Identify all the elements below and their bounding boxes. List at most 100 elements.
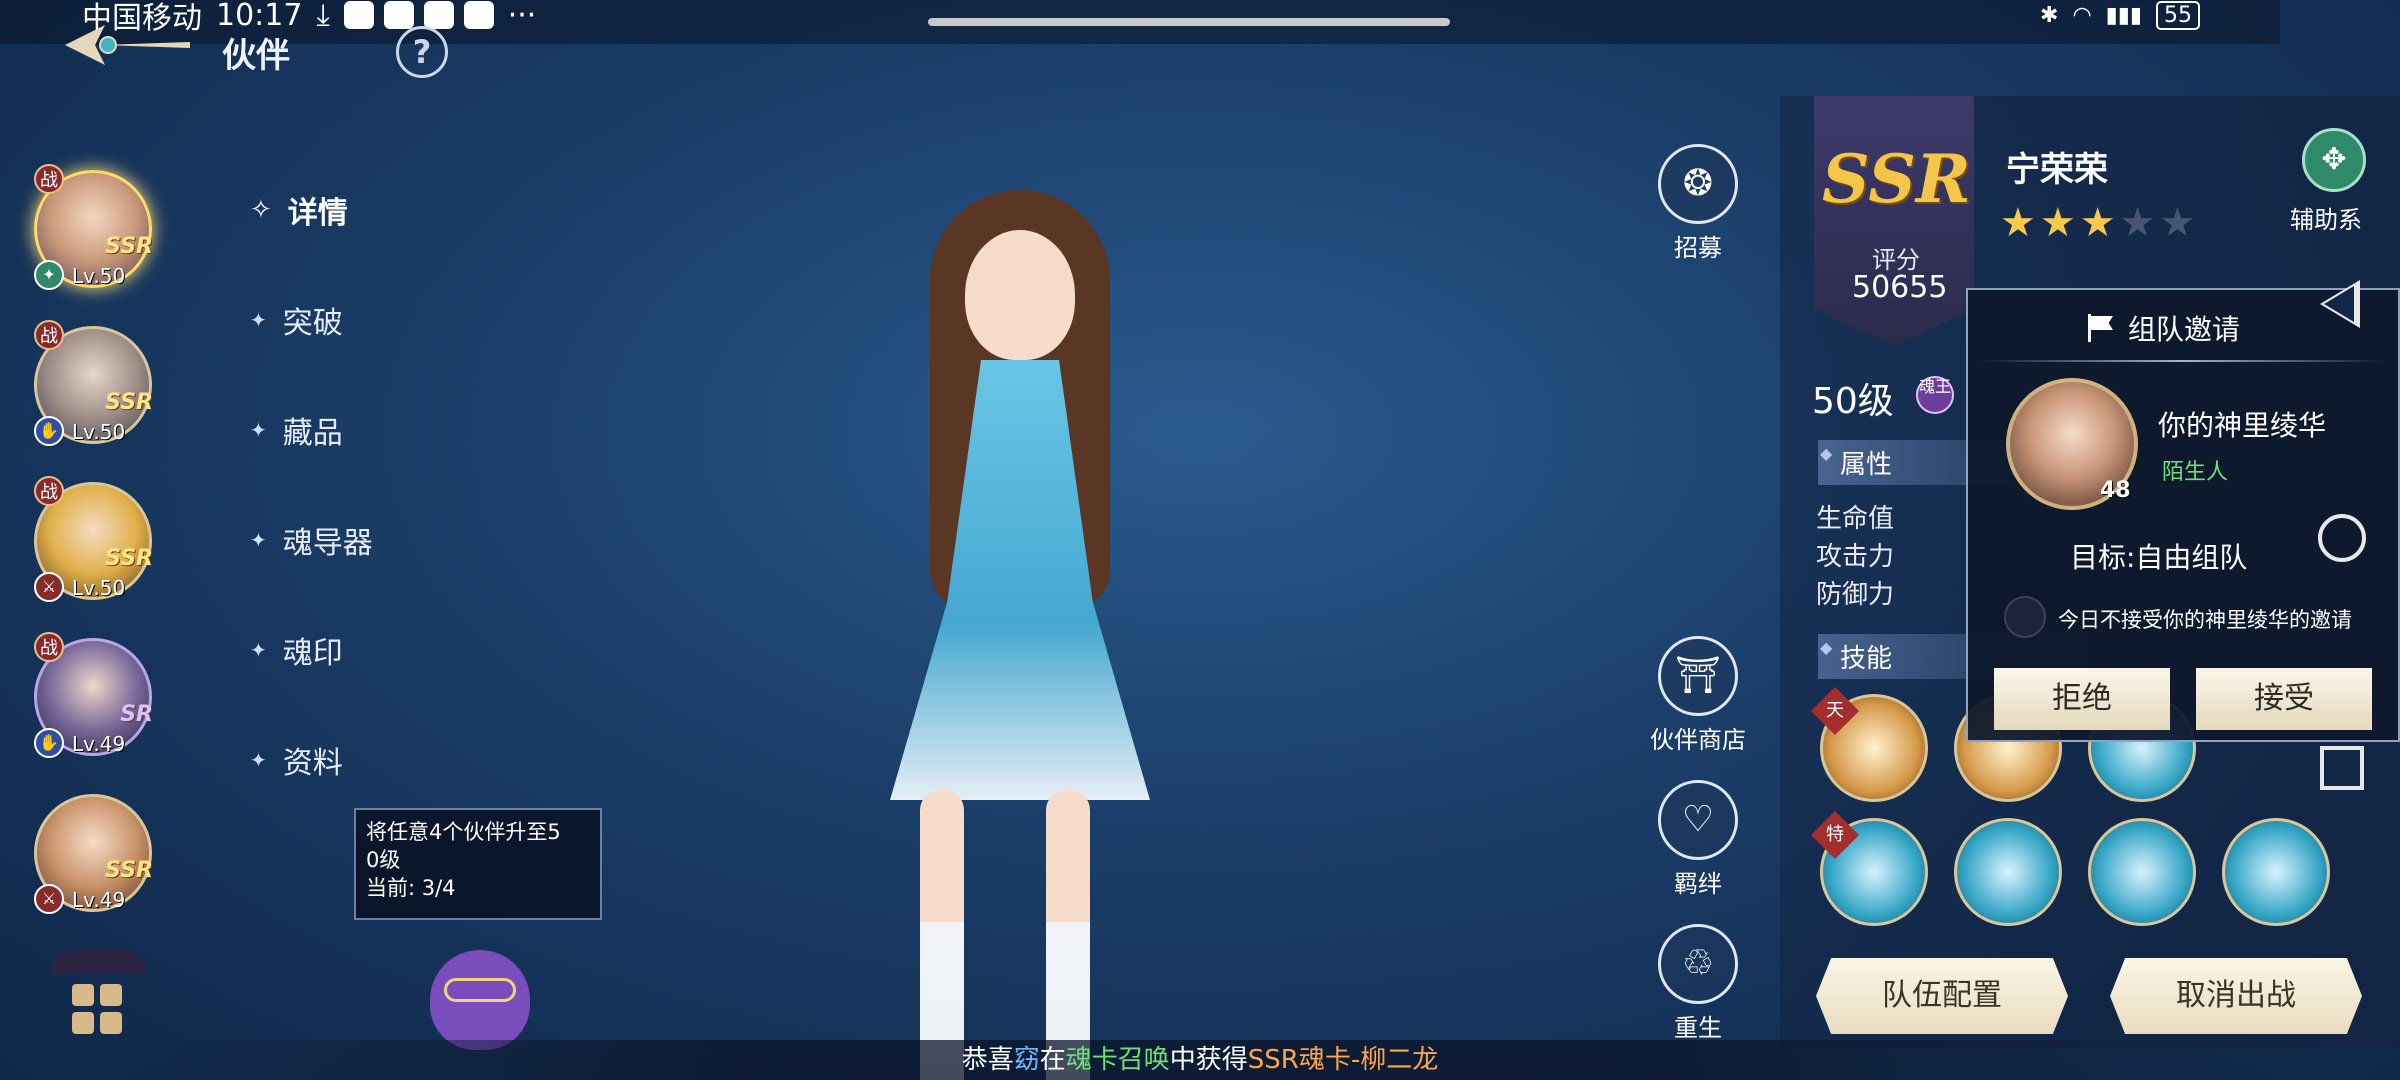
shop-icon: ⛩ — [1658, 636, 1738, 716]
skill-icon[interactable] — [1954, 818, 2062, 926]
rarity-badge — [1814, 96, 1974, 346]
rarity-text: SSR — [1822, 140, 1971, 218]
attr-hp-label: 生命值 — [1816, 504, 1895, 534]
tab-label: 突破 — [282, 306, 343, 341]
attack-type-icon: ⚔ — [34, 572, 64, 602]
download-icon: ⤓ — [316, 0, 330, 33]
app-notification-icon — [383, 1, 414, 29]
announcement-ticker: 恭喜窈在魂卡召唤中获得SSR魂卡-柳二龙 — [60, 1040, 2340, 1080]
reject-button[interactable]: 拒绝 — [1994, 668, 2170, 730]
ticker-text: 在 — [1039, 1045, 1066, 1075]
bond-button[interactable]: ♡ 羁绊 — [1648, 780, 1748, 899]
flag-icon — [2086, 314, 2116, 342]
rebirth-label: 重生 — [1674, 1014, 1722, 1042]
tab-label: 资料 — [282, 746, 343, 781]
android-recents-icon[interactable] — [2320, 746, 2364, 790]
partner-card[interactable]: 战 ✦ SSR Lv.50 — [28, 164, 163, 299]
star-empty-icon: ★ — [2159, 200, 2200, 246]
refuse-today-checkbox[interactable] — [2004, 596, 2046, 638]
partner-card-partial[interactable] — [50, 950, 146, 974]
skill-icon[interactable] — [2088, 818, 2196, 926]
star-rating: ★★★★★ — [2000, 200, 2199, 246]
task-text-line2: 0级 — [366, 848, 401, 872]
invite-title: 组队邀请 — [2128, 313, 2241, 346]
tab-profile[interactable]: ✦ 资料 — [250, 738, 343, 782]
recruit-label: 招募 — [1674, 234, 1722, 262]
bluetooth-icon: ✱ — [2040, 2, 2059, 28]
help-button[interactable]: ? — [396, 26, 448, 78]
skill-tag-text: 特 — [1826, 824, 1844, 845]
rarity-label: SSR — [105, 390, 153, 415]
partner-card[interactable]: 战 ✋ SSR Lv.50 — [28, 320, 163, 455]
star-empty-icon: ★ — [2119, 200, 2160, 246]
tab-soul-device[interactable]: ✦ 魂导器 — [250, 518, 373, 562]
android-home-icon[interactable] — [2318, 514, 2366, 562]
status-right: ✱ ◠ ▮▮▮ 55 — [2040, 0, 2200, 30]
divider — [1980, 360, 2386, 362]
level-label: Lv.50 — [72, 264, 126, 288]
skill-icon[interactable] — [2222, 818, 2330, 926]
inviter-relation: 陌生人 — [2162, 460, 2229, 485]
character-name: 宁荣荣 — [2006, 150, 2108, 190]
cancel-battle-button[interactable]: 取消出战 — [2110, 958, 2362, 1034]
shop-label: 伙伴商店 — [1650, 726, 1746, 754]
app-notification-icon — [423, 1, 454, 29]
back-button[interactable] — [60, 20, 190, 70]
battle-tag: 战 — [34, 476, 64, 506]
partner-card[interactable]: 战 ✋ SR Lv.49 — [28, 632, 163, 767]
invite-header: 组队邀请 — [2086, 308, 2240, 348]
team-config-button[interactable]: 队伍配置 — [1816, 958, 2068, 1034]
control-type-icon: ✋ — [34, 416, 64, 446]
tab-collection[interactable]: ✦ 藏品 — [250, 408, 343, 452]
tab-breakthrough[interactable]: ✦ 突破 — [250, 298, 343, 342]
level-label: Lv.50 — [72, 420, 126, 444]
task-tooltip[interactable]: 将任意4个伙伴升至5 0级 当前: 3/4 — [354, 808, 602, 920]
gesture-pill[interactable] — [928, 18, 1450, 26]
task-progress: 当前: 3/4 — [366, 876, 456, 900]
partner-shop-button[interactable]: ⛩ 伙伴商店 — [1648, 636, 1748, 755]
mascot-helper[interactable] — [410, 930, 550, 1050]
rarity-label: SSR — [105, 546, 153, 571]
character-leg — [920, 790, 964, 1080]
level-label: Lv.49 — [72, 888, 126, 912]
battle-tag: 战 — [34, 320, 64, 350]
attack-type-icon: ⚔ — [34, 884, 64, 914]
app-notification-icon — [463, 1, 494, 29]
ticker-text: 中获得 — [1169, 1045, 1248, 1075]
score-value: 50655 — [1852, 270, 1948, 305]
level-label: Lv.50 — [72, 576, 126, 600]
page-title: 伙伴 — [222, 36, 290, 76]
character-face — [965, 230, 1075, 360]
soul-rank-badge: 魂王 — [1916, 376, 1954, 414]
skill-tag-text: 天 — [1826, 700, 1844, 721]
role-label: 辅助系 — [2290, 206, 2362, 234]
partner-card[interactable]: 战 ⚔ SSR Lv.50 — [28, 476, 163, 611]
team-goal: 目标:自由组队 — [2070, 541, 2248, 574]
sparkle-icon: ✦ — [250, 308, 267, 332]
support-role-icon[interactable]: ✥ — [2302, 128, 2366, 192]
android-back-icon[interactable] — [2320, 280, 2360, 328]
tab-details[interactable]: ✧ 详情 — [250, 188, 348, 232]
ticker-player: 窈 — [1013, 1045, 1040, 1075]
accept-button[interactable]: 接受 — [2196, 668, 2372, 730]
character-level: 50级 — [1812, 381, 1894, 422]
partner-card[interactable]: ⚔ SSR Lv.49 — [28, 788, 163, 923]
level-label: Lv.49 — [72, 732, 126, 756]
character-leg — [1046, 790, 1090, 1080]
bond-label: 羁绊 — [1674, 870, 1722, 898]
character-dress — [890, 360, 1150, 800]
recruit-icon: ❂ — [1658, 144, 1738, 224]
ticker-prefix: 恭喜 — [961, 1045, 1014, 1075]
grid-menu-icon[interactable] — [72, 984, 122, 1034]
rebirth-button[interactable]: ♲ 重生 — [1648, 924, 1748, 1043]
tab-label: 魂导器 — [282, 526, 373, 561]
battle-tag: 战 — [34, 632, 64, 662]
inviter-level: 48 — [2100, 478, 2131, 503]
task-text-line1: 将任意4个伙伴升至5 — [366, 820, 561, 844]
recruit-button[interactable]: ❂ 招募 — [1648, 144, 1748, 263]
tab-soul-seal[interactable]: ✦ 魂印 — [250, 628, 343, 672]
character-model[interactable] — [820, 190, 1220, 1080]
battery-icon: 55 — [2156, 0, 2200, 30]
notification-icons — [343, 1, 494, 29]
attr-attack-label: 攻击力 — [1816, 542, 1895, 572]
